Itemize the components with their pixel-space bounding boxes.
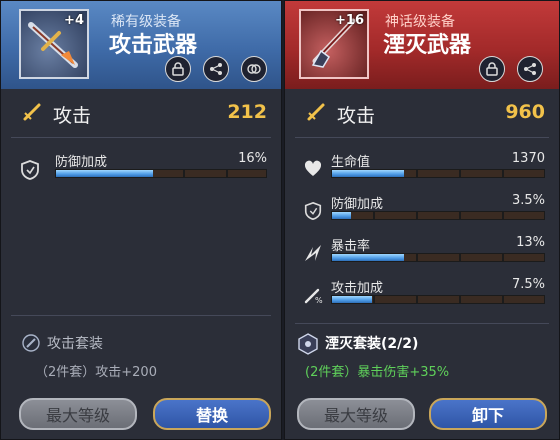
stat-bar-fill	[332, 254, 405, 261]
stat-value: 16%	[238, 151, 267, 166]
max-level-button[interactable]: 最大等级	[19, 398, 137, 430]
lock-button[interactable]	[479, 56, 505, 82]
sword-icon	[23, 103, 41, 121]
shield-icon	[304, 201, 322, 221]
lock-button[interactable]	[165, 56, 191, 82]
shield-icon	[21, 160, 39, 180]
stat-label: 防御加成	[331, 197, 384, 212]
stat-row: 生命值 1370	[285, 151, 559, 193]
stat-label: 暴击率	[331, 239, 371, 254]
enhance-level: +16	[335, 13, 364, 28]
attack-label: 攻击	[53, 105, 92, 127]
left-item-panel: +4 稀有级装备 攻击武器 攻击 212 防御加成 16% 攻击套装 （2件套）…	[0, 0, 282, 440]
stat-bar-fill	[332, 212, 352, 219]
set-icon	[298, 333, 318, 355]
stat-row: % 攻击加成 7.5%	[285, 277, 559, 319]
divider	[11, 137, 271, 138]
lock-icon	[172, 62, 184, 76]
left-item-thumbnail[interactable]: +4	[19, 9, 89, 79]
stat-bar-fill	[332, 170, 405, 177]
max-level-button[interactable]: 最大等级	[297, 398, 415, 430]
stat-bar	[331, 211, 545, 220]
attack-label: 攻击	[337, 105, 376, 127]
stat-label: 生命值	[331, 155, 371, 170]
stat-value: 3.5%	[511, 193, 545, 208]
stat-value: 13%	[516, 235, 545, 250]
left-item-header: +4 稀有级装备 攻击武器	[1, 1, 281, 89]
divider	[11, 315, 271, 316]
stat-value: 1370	[511, 151, 545, 166]
heart-icon	[304, 160, 322, 176]
stat-value: 7.5%	[511, 277, 545, 292]
unequip-button[interactable]: 卸下	[429, 398, 547, 430]
enhance-level: +4	[64, 13, 84, 28]
item-name: 攻击武器	[109, 33, 198, 58]
set-description: （2件套）攻击+200	[35, 365, 157, 380]
attack-value: 960	[505, 101, 545, 123]
share-button[interactable]	[517, 56, 543, 82]
stat-row: 防御加成 3.5%	[285, 193, 559, 235]
lock-icon	[486, 62, 498, 76]
divider	[295, 323, 549, 324]
replace-button[interactable]: 替换	[153, 398, 271, 430]
stat-row: 防御加成 16%	[1, 151, 281, 193]
sword-icon	[307, 103, 325, 121]
item-name: 湮灭武器	[383, 33, 472, 58]
set-title: 攻击套装	[47, 336, 103, 352]
stat-bar-fill	[56, 170, 153, 177]
stat-bar	[55, 169, 267, 178]
stat-row: 暴击率 13%	[285, 235, 559, 277]
divider	[295, 137, 549, 138]
right-item-thumbnail[interactable]: +16	[299, 9, 369, 79]
set-description: (2件套）暴击伤害+35%	[305, 365, 450, 380]
right-item-header: +16 神话级装备 湮灭武器	[285, 1, 559, 89]
stat-bar	[331, 169, 545, 178]
right-item-panel: +16 神话级装备 湮灭武器 攻击 960 生命值 1370 防御加成 3.5%…	[284, 0, 560, 440]
share-button[interactable]	[203, 56, 229, 82]
set-icon	[22, 334, 40, 352]
attack-row: 攻击 212	[1, 97, 281, 129]
attack-row: 攻击 960	[285, 97, 559, 129]
compare-icon	[247, 64, 261, 74]
set-title: 湮灭套装(2/2)	[325, 336, 419, 352]
stat-bar-fill	[332, 296, 373, 303]
share-icon	[524, 63, 536, 75]
attack-value: 212	[227, 101, 267, 123]
stat-label: 攻击加成	[331, 281, 384, 296]
share-icon	[210, 63, 222, 75]
crit-icon	[305, 245, 321, 261]
stat-bar	[331, 295, 545, 304]
svg-text:%: %	[315, 296, 323, 305]
compare-button[interactable]	[241, 56, 267, 82]
stat-bar	[331, 253, 545, 262]
attack-boost-icon: %	[304, 288, 323, 305]
stat-label: 防御加成	[55, 155, 108, 170]
